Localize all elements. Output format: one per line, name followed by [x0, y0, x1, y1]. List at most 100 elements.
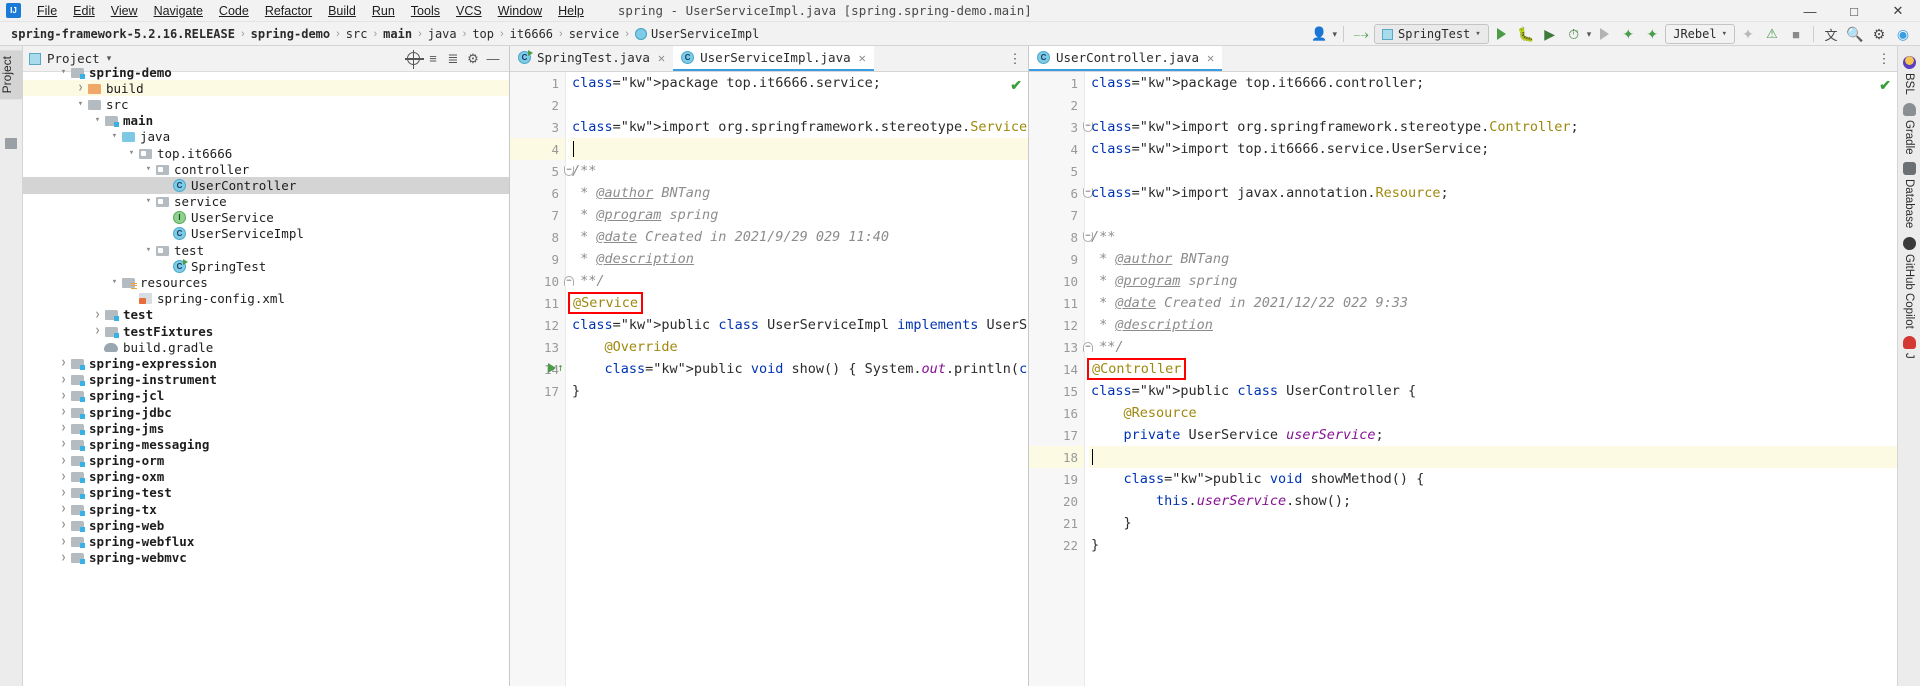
menu-item-navigate[interactable]: Navigate — [146, 2, 211, 20]
tool-window-button-github-copilot[interactable]: GitHub Copilot — [1902, 233, 1916, 333]
code-line[interactable]: * @program spring — [1089, 270, 1897, 292]
tree-item-spring-webmvc[interactable]: ❯ spring-webmvc — [23, 550, 509, 566]
line-number[interactable]: 13− — [1029, 336, 1093, 358]
jrebel-disabled-icon[interactable]: ✦ — [1737, 23, 1759, 45]
breadcrumb-item-5[interactable]: top — [469, 26, 497, 42]
code-line[interactable] — [1089, 94, 1897, 116]
code-line[interactable]: * @author BNTang — [570, 182, 1028, 204]
menu-item-tools[interactable]: Tools — [403, 2, 448, 20]
line-number[interactable]: 10 — [1029, 270, 1084, 292]
minimize-button[interactable]: — — [1788, 0, 1832, 22]
tree-item-usercontroller[interactable]: C UserController — [23, 177, 509, 194]
code-line[interactable] — [1089, 446, 1897, 468]
line-number[interactable]: 12 — [510, 314, 565, 336]
tree-item-java[interactable]: ▾ java — [23, 129, 509, 145]
line-number[interactable]: 20 — [1029, 490, 1084, 512]
line-number[interactable]: 6 — [510, 182, 565, 204]
debug-button[interactable]: 🐛 — [1515, 23, 1537, 45]
menu-item-vcs[interactable]: VCS — [448, 2, 490, 20]
code-line[interactable]: * @description — [570, 248, 1028, 270]
tool-window-button-database[interactable]: Database — [1902, 158, 1916, 232]
project-tree[interactable]: ▾ spring-demo ❯ build ▾ src ▾ main ▾ java ▾ top.it6… — [23, 64, 509, 686]
line-number[interactable]: 4 — [510, 138, 565, 160]
breadcrumb-item-7[interactable]: service — [566, 26, 623, 42]
code-line[interactable]: this.userService.show(); — [1089, 490, 1897, 512]
code-line[interactable]: @Controller — [1087, 358, 1897, 380]
code-line[interactable]: @Override — [570, 336, 1028, 358]
code-line[interactable]: } — [570, 380, 1028, 402]
line-number[interactable]: 3 — [510, 116, 565, 138]
tree-item-spring-oxm[interactable]: ❯ spring-oxm — [23, 469, 509, 485]
run-gutter-icon[interactable] — [548, 363, 556, 373]
chevron-right-icon[interactable]: ❯ — [57, 472, 70, 481]
run-configuration-selector[interactable]: SpringTest ▾ — [1374, 24, 1489, 44]
code-line[interactable]: } — [1089, 512, 1897, 534]
implementing-method-icon[interactable]: ↑ — [557, 361, 564, 374]
line-number[interactable]: 5 — [1029, 160, 1084, 182]
tab-springtest-java[interactable]: C SpringTest.java ✕ — [510, 46, 673, 71]
code-line[interactable]: class="kw">public void show() { System.o… — [570, 358, 1028, 380]
tree-item-userserviceimpl[interactable]: C UserServiceImpl — [23, 226, 509, 242]
line-number[interactable]: 11 — [510, 292, 565, 314]
tree-item-springtest[interactable]: C SpringTest — [23, 258, 509, 274]
line-number[interactable]: 2 — [1029, 94, 1084, 116]
tree-item-main[interactable]: ▾ main — [23, 113, 509, 129]
chevron-down-icon[interactable]: ▾ — [108, 278, 121, 287]
breadcrumb-item-4[interactable]: java — [425, 26, 460, 42]
line-number-gutter-left[interactable]: 1 2 3 4 5−6 7 8 9 10−11 12 13 14 ↑ 17 — [510, 72, 574, 686]
code-line[interactable]: private UserService userService; — [1089, 424, 1897, 446]
tree-item-build[interactable]: ❯ build — [23, 80, 509, 97]
menu-item-help[interactable]: Help — [550, 2, 592, 20]
chevron-right-icon[interactable]: ❯ — [91, 327, 104, 335]
profiler-button[interactable]: ⏱ — [1563, 23, 1585, 45]
code-line[interactable]: /** — [570, 160, 1028, 182]
chevron-down-icon[interactable]: ▾ — [1332, 29, 1337, 40]
rerun-button[interactable] — [1593, 23, 1615, 45]
close-icon[interactable]: ✕ — [658, 51, 665, 65]
line-number[interactable]: 4 — [1029, 138, 1084, 160]
line-number[interactable]: 15 — [1029, 380, 1084, 402]
tree-item-spring-messaging[interactable]: ❯ spring-messaging — [23, 436, 509, 452]
tree-item-spring-instrument[interactable]: ❯ spring-instrument — [23, 372, 509, 388]
breadcrumb-item-1[interactable]: spring-demo — [248, 26, 333, 42]
tool-window-button-gradle[interactable]: Gradle — [1902, 99, 1916, 159]
menu-item-file[interactable]: File — [29, 2, 65, 20]
menu-item-view[interactable]: View — [103, 2, 146, 20]
line-number[interactable]: 11 — [1029, 292, 1084, 314]
jrebel-debug-icon[interactable]: ✦ — [1641, 23, 1663, 45]
code-line[interactable]: * @date Created in 2021/12/22 022 9:33 — [1089, 292, 1897, 314]
chevron-down-icon[interactable]: ▾ — [142, 197, 155, 206]
line-number[interactable]: 19 — [1029, 468, 1084, 490]
breadcrumb-item-6[interactable]: it6666 — [507, 26, 556, 42]
chevron-down-icon[interactable]: ▾ — [74, 99, 87, 109]
line-number[interactable]: 2 — [510, 94, 565, 116]
tool-window-button-bsl[interactable]: BSL — [1902, 52, 1916, 99]
more-options-icon[interactable]: ⋮ — [1875, 49, 1893, 69]
code-line[interactable]: class="kw">package top.it6666.service; — [570, 72, 1028, 94]
menu-item-refactor[interactable]: Refactor — [257, 2, 320, 20]
code-content-left[interactable]: class="kw">package top.it6666.service; c… — [566, 72, 1028, 686]
settings-gear-icon[interactable]: ⚙ — [1868, 23, 1890, 45]
chevron-right-icon[interactable]: ❯ — [57, 456, 70, 465]
code-line[interactable]: class="kw">package top.it6666.controller… — [1089, 72, 1897, 94]
tree-item-build-gradle[interactable]: build.gradle — [23, 339, 509, 355]
code-line[interactable]: class="kw">import org.springframework.st… — [570, 116, 1028, 138]
tree-item-spring-jdbc[interactable]: ❯ spring-jdbc — [23, 404, 509, 420]
inspection-status-icon-left[interactable]: ✔ — [1010, 77, 1022, 94]
search-everywhere-icon[interactable]: 🔍 — [1844, 23, 1866, 45]
line-number[interactable]: 3− — [1029, 116, 1093, 138]
chevron-right-icon[interactable]: ❯ — [57, 537, 70, 546]
tree-item-spring-webflux[interactable]: ❯ spring-webflux — [23, 533, 509, 549]
tree-item-src[interactable]: ▾ src — [23, 96, 509, 112]
chevron-right-icon[interactable]: ❯ — [57, 375, 70, 384]
tree-item-resources[interactable]: ▾ resources — [23, 274, 509, 290]
tool-window-button-jenkins[interactable]: J — [1902, 332, 1916, 363]
close-icon[interactable]: ✕ — [1207, 51, 1214, 65]
tree-item-spring-config-xml[interactable]: spring-config.xml — [23, 291, 509, 307]
code-line[interactable]: /** — [1089, 226, 1897, 248]
tree-item-test[interactable]: ▾ test — [23, 242, 509, 258]
line-number[interactable]: 18 — [1029, 446, 1084, 468]
line-number[interactable]: 17 — [510, 380, 565, 402]
chevron-right-icon[interactable]: ❯ — [57, 553, 70, 562]
tree-item-spring-jms[interactable]: ❯ spring-jms — [23, 420, 509, 436]
